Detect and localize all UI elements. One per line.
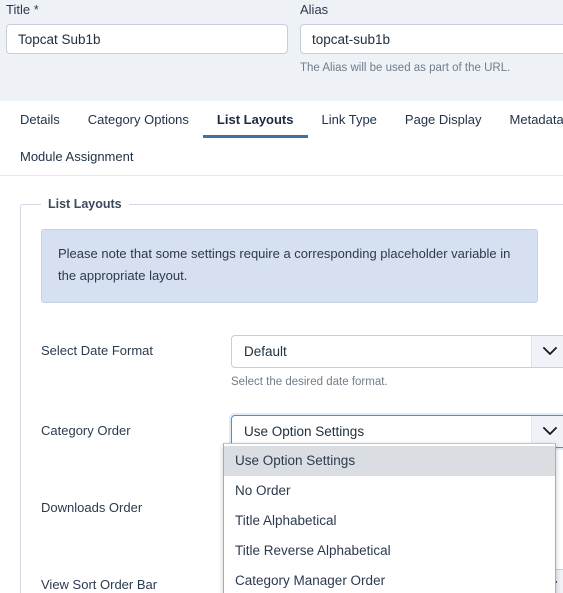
title-label: Title * (6, 2, 39, 17)
control-select-date-format: Default Select the desired date format. (231, 335, 563, 389)
label-downloads-order: Downloads Order (41, 500, 143, 515)
alias-label: Alias (300, 2, 329, 17)
label-category-order: Category Order (41, 423, 131, 438)
hint-select-date-format: Select the desired date format. (231, 376, 388, 388)
tab-page-display[interactable]: Page Display (391, 101, 496, 138)
tab-metadata[interactable]: Metadata (496, 101, 563, 138)
tab-category-options[interactable]: Category Options (74, 101, 203, 138)
tab-details[interactable]: Details (6, 101, 74, 138)
dropdown-option-no-order[interactable]: No Order (224, 476, 555, 506)
tab-module-assignment[interactable]: Module Assignment (6, 138, 147, 175)
fieldset-legend: List Layouts (41, 196, 129, 212)
page-root: Title * Alias The Alias will be used as … (0, 0, 563, 593)
title-field-group: Title * (6, 2, 288, 54)
header-fields-area: Title * Alias The Alias will be used as … (0, 0, 563, 101)
chevron-down-icon (531, 336, 563, 367)
alias-field-group: Alias The Alias will be used as part of … (300, 2, 563, 75)
info-alert: Please note that some settings require a… (41, 229, 538, 303)
select-date-format-value: Default (244, 344, 287, 359)
tab-divider (0, 175, 563, 176)
tab-bar: Details Category Options List Layouts Li… (0, 101, 563, 176)
tab-row-secondary: Module Assignment (6, 138, 557, 175)
dropdown-option-title-alphabetical[interactable]: Title Alphabetical (224, 506, 555, 536)
dropdown-option-title-reverse-alphabetical[interactable]: Title Reverse Alphabetical (224, 536, 555, 566)
select-date-format[interactable]: Default (231, 335, 563, 368)
category-order-dropdown-list[interactable]: Use Option Settings No Order Title Alpha… (223, 443, 556, 593)
alias-input[interactable] (300, 24, 563, 54)
label-select-date-format: Select Date Format (41, 343, 153, 358)
dropdown-option-use-option-settings[interactable]: Use Option Settings (224, 446, 555, 476)
tab-list-layouts[interactable]: List Layouts (202, 101, 308, 138)
dropdown-option-category-manager-order[interactable]: Category Manager Order (224, 566, 555, 593)
form-row-select-date-format: Select Date Format Default Select the de… (41, 335, 563, 389)
tab-row-primary: Details Category Options List Layouts Li… (6, 101, 563, 138)
alias-hint: The Alias will be used as part of the UR… (300, 62, 511, 74)
title-input[interactable] (6, 24, 288, 54)
label-view-sort-order-bar: View Sort Order Bar (41, 577, 158, 592)
tab-link-type[interactable]: Link Type (308, 101, 391, 138)
